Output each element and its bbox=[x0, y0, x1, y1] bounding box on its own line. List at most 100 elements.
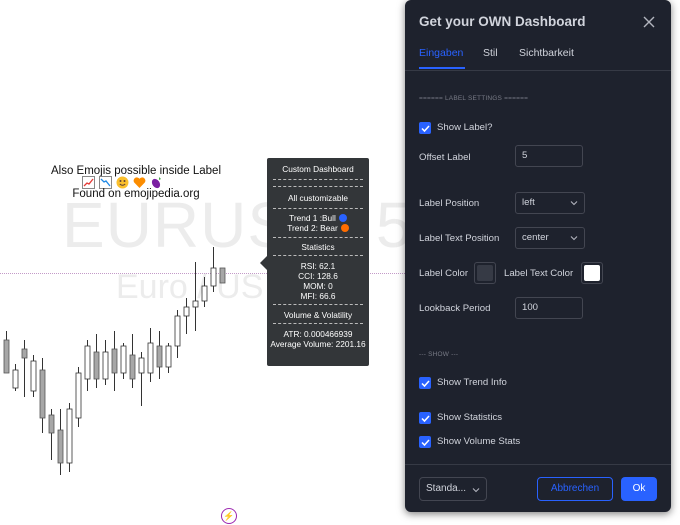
avg-volume-value: Average Volume: 2201.16 bbox=[270, 339, 366, 349]
divider bbox=[273, 179, 363, 180]
candle-body bbox=[156, 345, 163, 368]
label-settings-section: ====== LABEL SETTINGS ====== bbox=[419, 95, 529, 102]
candle-body bbox=[210, 267, 217, 287]
chevron-down-icon bbox=[570, 201, 578, 206]
label-position-text: Label Position bbox=[419, 198, 480, 209]
trend1-dot bbox=[338, 214, 347, 222]
candle bbox=[156, 331, 163, 379]
chevron-down-icon bbox=[472, 488, 480, 493]
divider bbox=[273, 208, 363, 209]
candle-body bbox=[129, 354, 136, 380]
show-label-checkbox[interactable] bbox=[419, 122, 431, 134]
template-dropdown-button[interactable]: Standa... bbox=[419, 477, 487, 501]
atr-value: ATR: 0.000466939 bbox=[283, 329, 353, 339]
label-color-text: Label Color bbox=[419, 268, 469, 279]
lightning-icon[interactable]: ⚡ bbox=[221, 508, 237, 524]
label-text-position-select[interactable]: center bbox=[515, 227, 585, 249]
info-label: Custom Dashboard All customizable Trend … bbox=[267, 158, 369, 366]
show-trend-text: Show Trend Info bbox=[437, 377, 507, 388]
close-icon[interactable] bbox=[641, 14, 657, 30]
candle bbox=[183, 298, 190, 334]
offset-label-input[interactable]: 5 bbox=[515, 145, 583, 167]
candle bbox=[93, 334, 100, 388]
tabs-divider bbox=[405, 70, 671, 71]
mom-value: MOM: 0 bbox=[303, 281, 333, 291]
tab-style[interactable]: Stil bbox=[483, 47, 498, 59]
rsi-value: RSI: 62.1 bbox=[300, 261, 336, 271]
show-section: --- SHOW --- bbox=[419, 351, 459, 358]
candle bbox=[39, 358, 46, 433]
label-position-select[interactable]: left bbox=[515, 192, 585, 214]
label-color-swatch[interactable] bbox=[474, 262, 496, 284]
candle-body bbox=[102, 351, 109, 380]
info-label-pointer bbox=[260, 256, 267, 270]
candle bbox=[210, 247, 217, 292]
candle bbox=[57, 409, 64, 475]
divider bbox=[273, 255, 363, 256]
candle-body bbox=[39, 369, 46, 419]
show-volume-text: Show Volume Stats bbox=[437, 436, 521, 447]
candle bbox=[102, 340, 109, 385]
candle bbox=[84, 340, 91, 391]
lookback-period-input[interactable]: 100 bbox=[515, 297, 583, 319]
stats-header: Statistics bbox=[301, 242, 335, 252]
lookback-period-text: Lookback Period bbox=[419, 303, 491, 314]
candle-body bbox=[75, 372, 82, 419]
trend2-dot bbox=[340, 224, 349, 232]
divider bbox=[273, 237, 363, 238]
candle bbox=[192, 262, 199, 331]
candle bbox=[120, 343, 127, 379]
candle-body bbox=[192, 300, 199, 308]
candle-body bbox=[3, 339, 10, 374]
candle bbox=[21, 340, 28, 397]
candle-body bbox=[201, 285, 208, 302]
candle bbox=[48, 409, 55, 460]
candle-body bbox=[21, 348, 28, 359]
emoji-label-line2: Found on emojipedia.org bbox=[72, 188, 200, 200]
candle bbox=[111, 331, 118, 391]
label-text-position-value: center bbox=[522, 232, 549, 243]
trend1-text: Trend 1 :Bull bbox=[289, 213, 336, 223]
show-volume-checkbox[interactable] bbox=[419, 436, 431, 448]
tab-inputs[interactable]: Eingaben bbox=[419, 47, 463, 59]
label-text-color-swatch[interactable] bbox=[581, 262, 603, 284]
show-trend-checkbox[interactable] bbox=[419, 377, 431, 389]
volume-header: Volume & Volatility bbox=[283, 310, 353, 320]
candle bbox=[147, 328, 154, 382]
candle-body bbox=[111, 348, 118, 374]
chevron-down-icon bbox=[570, 236, 578, 241]
label-text-color-text: Label Text Color bbox=[504, 268, 574, 279]
candle-body bbox=[174, 315, 181, 347]
candle-body bbox=[183, 306, 190, 317]
trend2-text: Trend 2: Bear bbox=[287, 223, 338, 233]
cancel-button[interactable]: Abbrechen bbox=[537, 477, 613, 501]
candle bbox=[30, 355, 37, 397]
show-statistics-checkbox[interactable] bbox=[419, 412, 431, 424]
candle bbox=[174, 310, 181, 358]
ok-button[interactable]: Ok bbox=[621, 477, 657, 501]
label-color-fill bbox=[477, 265, 493, 281]
candle bbox=[12, 364, 19, 391]
candle-body bbox=[66, 408, 73, 464]
template-dropdown-label: Standa... bbox=[426, 483, 467, 494]
dialog-title: Get your OWN Dashboard bbox=[419, 14, 586, 29]
candle-body bbox=[48, 414, 55, 434]
candle bbox=[201, 277, 208, 307]
active-tab-indicator bbox=[419, 67, 465, 69]
mfi-value: MFI: 66.6 bbox=[300, 291, 336, 301]
candle-body bbox=[57, 429, 64, 464]
footer-divider bbox=[405, 464, 671, 465]
candle-body bbox=[138, 357, 145, 374]
divider bbox=[273, 304, 363, 305]
candle bbox=[129, 334, 136, 388]
candle-body bbox=[12, 369, 19, 389]
candle-body bbox=[93, 351, 100, 380]
label-text-color-fill bbox=[584, 265, 600, 281]
candle bbox=[66, 403, 73, 472]
divider bbox=[273, 323, 363, 324]
tab-visibility[interactable]: Sichtbarkeit bbox=[519, 47, 574, 59]
trend2-row: Trend 2: Bear bbox=[267, 223, 369, 233]
candle bbox=[219, 267, 226, 284]
settings-dialog: Get your OWN Dashboard Eingaben Stil Sic… bbox=[405, 0, 671, 512]
candle bbox=[75, 367, 82, 427]
